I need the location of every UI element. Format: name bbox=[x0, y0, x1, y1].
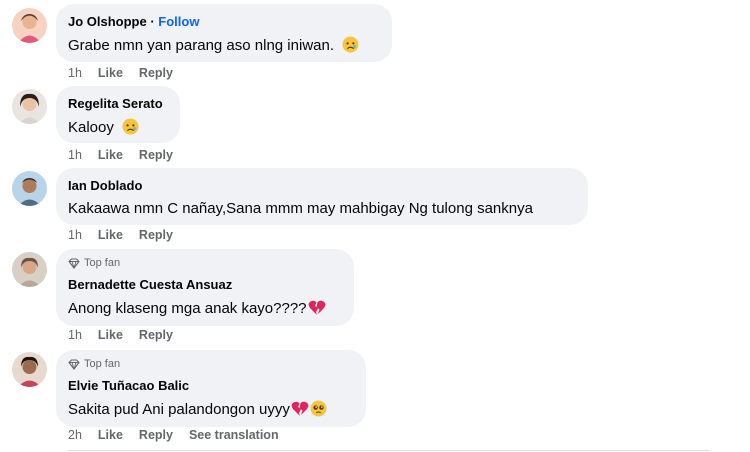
separator: · bbox=[146, 14, 159, 29]
author-name[interactable]: Bernadette Cuesta Ansuaz bbox=[68, 277, 232, 292]
author-name[interactable]: Elvie Tuñacao Balic bbox=[68, 378, 189, 393]
avatar[interactable] bbox=[12, 171, 47, 206]
like-button[interactable]: Like bbox=[98, 328, 123, 342]
avatar[interactable] bbox=[12, 8, 47, 43]
comment-text: Anong klaseng mga anak kayo???? bbox=[68, 300, 307, 317]
author-name[interactable]: Jo Olshoppe bbox=[68, 14, 147, 29]
comment-bubble: Top fan Elvie Tuñacao Balic Sakita pud A… bbox=[56, 350, 366, 427]
like-button[interactable]: Like bbox=[98, 428, 123, 442]
avatar[interactable] bbox=[12, 252, 47, 287]
timestamp[interactable]: 1h bbox=[68, 148, 82, 162]
broken-heart-icon bbox=[291, 400, 309, 421]
comment-actions: 1h Like Reply bbox=[68, 228, 189, 242]
timestamp[interactable]: 1h bbox=[68, 228, 82, 242]
pleading-face-icon bbox=[310, 400, 327, 421]
comment-bubble: Ian Doblado Kakaawa nmn C nañay,Sana mmm… bbox=[56, 168, 588, 225]
timestamp[interactable]: 1h bbox=[68, 328, 82, 342]
comment-text-row: Anong klaseng mga anak kayo???? bbox=[68, 299, 326, 320]
badge-label: Top fan bbox=[84, 257, 121, 269]
follow-button[interactable]: Follow bbox=[158, 14, 199, 29]
comment-bubble: Jo Olshoppe · Follow Grabe nmn yan paran… bbox=[56, 4, 392, 62]
like-button[interactable]: Like bbox=[98, 228, 123, 242]
reply-button[interactable]: Reply bbox=[139, 148, 173, 162]
diamond-icon bbox=[68, 257, 80, 269]
comment-text: Kakaawa nmn C nañay,Sana mmm may mahbiga… bbox=[68, 200, 533, 217]
author-name[interactable]: Ian Doblado bbox=[68, 178, 142, 193]
avatar[interactable] bbox=[12, 352, 47, 387]
avatar[interactable] bbox=[12, 89, 47, 124]
timestamp[interactable]: 2h bbox=[68, 428, 82, 442]
like-button[interactable]: Like bbox=[98, 148, 123, 162]
reply-button[interactable]: Reply bbox=[139, 66, 173, 80]
top-fan-badge: Top fan bbox=[68, 358, 120, 370]
comment-text-row: Grabe nmn yan parang aso nlng iniwan. bbox=[68, 36, 359, 57]
sad-face-icon bbox=[122, 118, 139, 139]
like-button[interactable]: Like bbox=[98, 66, 123, 80]
comment-actions: 1h Like Reply bbox=[68, 148, 189, 162]
reply-button[interactable]: Reply bbox=[139, 428, 173, 442]
comment-bubble: Regelita Serato Kalooy bbox=[56, 86, 180, 143]
comment-actions: 1h Like Reply bbox=[68, 328, 189, 342]
comment-text-row: Kalooy bbox=[68, 118, 139, 139]
badge-label: Top fan bbox=[84, 358, 121, 370]
reply-button[interactable]: Reply bbox=[139, 328, 173, 342]
top-fan-badge: Top fan bbox=[68, 257, 120, 269]
comment-actions: 2h Like Reply See translation bbox=[68, 428, 295, 442]
reply-button[interactable]: Reply bbox=[139, 228, 173, 242]
comment-text: Kalooy bbox=[68, 119, 114, 136]
comment-text: Sakita pud Ani palandongon uyyy bbox=[68, 401, 290, 418]
comment-text: Grabe nmn yan parang aso nlng iniwan. bbox=[68, 37, 335, 54]
see-translation-button[interactable]: See translation bbox=[189, 428, 279, 442]
diamond-icon bbox=[68, 358, 80, 370]
comment-text-row: Sakita pud Ani palandongon uyyy bbox=[68, 400, 327, 421]
broken-heart-icon bbox=[308, 299, 326, 320]
author-name[interactable]: Regelita Serato bbox=[68, 96, 163, 111]
divider bbox=[67, 450, 710, 451]
comment-actions: 1h Like Reply bbox=[68, 66, 189, 80]
author-row: Jo Olshoppe · Follow bbox=[68, 14, 199, 29]
sad-face-icon bbox=[342, 36, 359, 57]
timestamp[interactable]: 1h bbox=[68, 66, 82, 80]
comment-bubble: Top fan Bernadette Cuesta Ansuaz Anong k… bbox=[56, 249, 354, 326]
